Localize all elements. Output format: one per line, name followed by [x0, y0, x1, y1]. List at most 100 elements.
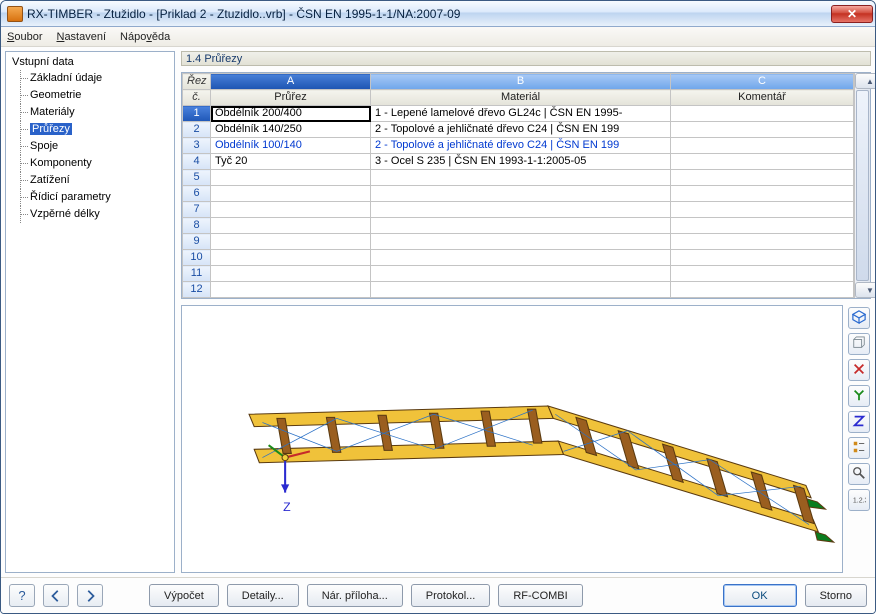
cube-view-button[interactable] — [848, 333, 870, 355]
window-close-button[interactable]: ✕ — [831, 5, 873, 23]
protocol-button[interactable]: Protokol... — [411, 584, 491, 607]
cell-comment[interactable] — [671, 106, 854, 122]
menu-help[interactable]: Nápověda — [120, 31, 170, 43]
cell-section[interactable]: Obdélník 140/250 — [211, 122, 371, 138]
cancel-button[interactable]: Storno — [805, 584, 867, 607]
tree-item[interactable]: Komponenty — [16, 155, 174, 172]
legend-button[interactable] — [848, 437, 870, 459]
cell-comment[interactable] — [671, 202, 854, 218]
row-number[interactable]: 4 — [183, 154, 211, 170]
cell-material[interactable] — [371, 266, 671, 282]
sections-table[interactable]: Řez A B C č. Průřez Materiál Komentář — [181, 72, 871, 299]
prev-table-button[interactable] — [43, 584, 69, 607]
row-number[interactable]: 2 — [183, 122, 211, 138]
table-row[interactable]: 3Obdélník 100/1402 - Topolové a jehlična… — [183, 138, 854, 154]
table-row[interactable]: 11 — [183, 266, 854, 282]
cell-material[interactable] — [371, 170, 671, 186]
col-header-material[interactable]: Materiál — [371, 90, 671, 106]
cell-comment[interactable] — [671, 170, 854, 186]
row-number[interactable]: 9 — [183, 234, 211, 250]
cell-section[interactable]: Obdélník 100/140 — [211, 138, 371, 154]
col-header-section[interactable]: Průřez — [211, 90, 371, 106]
table-row[interactable]: 9 — [183, 234, 854, 250]
table-row[interactable]: 7 — [183, 202, 854, 218]
cell-section[interactable] — [211, 266, 371, 282]
menu-settings[interactable]: Nastavení — [56, 31, 106, 43]
cell-comment[interactable] — [671, 282, 854, 298]
cell-material[interactable]: 2 - Topolové a jehličnaté dřevo C24 | ČS… — [371, 122, 671, 138]
help-button[interactable]: ? — [9, 584, 35, 607]
cell-section[interactable] — [211, 282, 371, 298]
3d-viewport[interactable]: Z — [181, 305, 843, 573]
row-number[interactable]: 6 — [183, 186, 211, 202]
detail-123-button[interactable]: 1.2.3 — [848, 489, 870, 511]
cell-comment[interactable] — [671, 122, 854, 138]
row-number[interactable]: 5 — [183, 170, 211, 186]
row-number[interactable]: 8 — [183, 218, 211, 234]
table-row[interactable]: 6 — [183, 186, 854, 202]
rf-combi-button[interactable]: RF-COMBI — [498, 584, 582, 607]
row-number[interactable]: 10 — [183, 250, 211, 266]
col-letter-a[interactable]: A — [211, 74, 371, 90]
ok-button[interactable]: OK — [723, 584, 797, 607]
cell-material[interactable]: 1 - Lepené lamelové dřevo GL24c | ČSN EN… — [371, 106, 671, 122]
axis-x-button[interactable] — [848, 359, 870, 381]
table-row[interactable]: 2Obdélník 140/2502 - Topolové a jehlična… — [183, 122, 854, 138]
next-table-button[interactable] — [77, 584, 103, 607]
cell-section[interactable] — [211, 202, 371, 218]
axis-y-button[interactable] — [848, 385, 870, 407]
cell-material[interactable]: 2 - Topolové a jehličnaté dřevo C24 | ČS… — [371, 138, 671, 154]
national-annex-button[interactable]: Nár. příloha... — [307, 584, 403, 607]
cell-section[interactable] — [211, 218, 371, 234]
cell-material[interactable] — [371, 186, 671, 202]
nav-tree[interactable]: Vstupní data Základní údajeGeometrieMate… — [5, 51, 175, 573]
cell-section[interactable] — [211, 234, 371, 250]
cell-material[interactable] — [371, 218, 671, 234]
row-number[interactable]: 1 — [183, 106, 211, 122]
table-row[interactable]: 12 — [183, 282, 854, 298]
table-row[interactable]: 5 — [183, 170, 854, 186]
tree-item[interactable]: Vzpěrné délky — [16, 206, 174, 223]
scroll-up-icon[interactable]: ▲ — [855, 73, 875, 89]
table-row[interactable]: 8 — [183, 218, 854, 234]
col-letter-b[interactable]: B — [371, 74, 671, 90]
col-header-comment[interactable]: Komentář — [671, 90, 854, 106]
details-button[interactable]: Detaily... — [227, 584, 299, 607]
axis-z-button[interactable] — [848, 411, 870, 433]
tree-item[interactable]: Geometrie — [16, 87, 174, 104]
tree-item[interactable]: Spoje — [16, 138, 174, 155]
table-scrollbar[interactable]: ▲ ▼ — [854, 73, 870, 298]
cell-material[interactable] — [371, 250, 671, 266]
scroll-thumb[interactable] — [856, 90, 869, 281]
table-row[interactable]: 4Tyč 203 - Ocel S 235 | ČSN EN 1993-1-1:… — [183, 154, 854, 170]
cell-section[interactable] — [211, 250, 371, 266]
table-row[interactable]: 1Obdélník 200/4001 - Lepené lamelové dře… — [183, 106, 854, 122]
cell-section[interactable] — [211, 170, 371, 186]
row-number[interactable]: 11 — [183, 266, 211, 282]
zoom-button[interactable] — [848, 463, 870, 485]
cell-material[interactable]: 3 - Ocel S 235 | ČSN EN 1993-1-1:2005-05 — [371, 154, 671, 170]
cell-section[interactable]: Tyč 20 — [211, 154, 371, 170]
row-number[interactable]: 12 — [183, 282, 211, 298]
row-number[interactable]: 7 — [183, 202, 211, 218]
cell-comment[interactable] — [671, 266, 854, 282]
cell-section[interactable]: Obdélník 200/400 — [211, 106, 371, 122]
isometric-view-button[interactable] — [848, 307, 870, 329]
tree-item[interactable]: Zatížení — [16, 172, 174, 189]
table-row[interactable]: 10 — [183, 250, 854, 266]
calculate-button[interactable]: Výpočet — [149, 584, 219, 607]
cell-comment[interactable] — [671, 186, 854, 202]
cell-section[interactable] — [211, 186, 371, 202]
cell-comment[interactable] — [671, 250, 854, 266]
cell-material[interactable] — [371, 202, 671, 218]
scroll-down-icon[interactable]: ▼ — [855, 282, 875, 298]
tree-item[interactable]: Řídicí parametry — [16, 189, 174, 206]
row-number[interactable]: 3 — [183, 138, 211, 154]
col-letter-c[interactable]: C — [671, 74, 854, 90]
cell-comment[interactable] — [671, 154, 854, 170]
menu-file[interactable]: Soubor — [7, 31, 42, 43]
cell-comment[interactable] — [671, 218, 854, 234]
cell-comment[interactable] — [671, 234, 854, 250]
cell-material[interactable] — [371, 234, 671, 250]
cell-comment[interactable] — [671, 138, 854, 154]
